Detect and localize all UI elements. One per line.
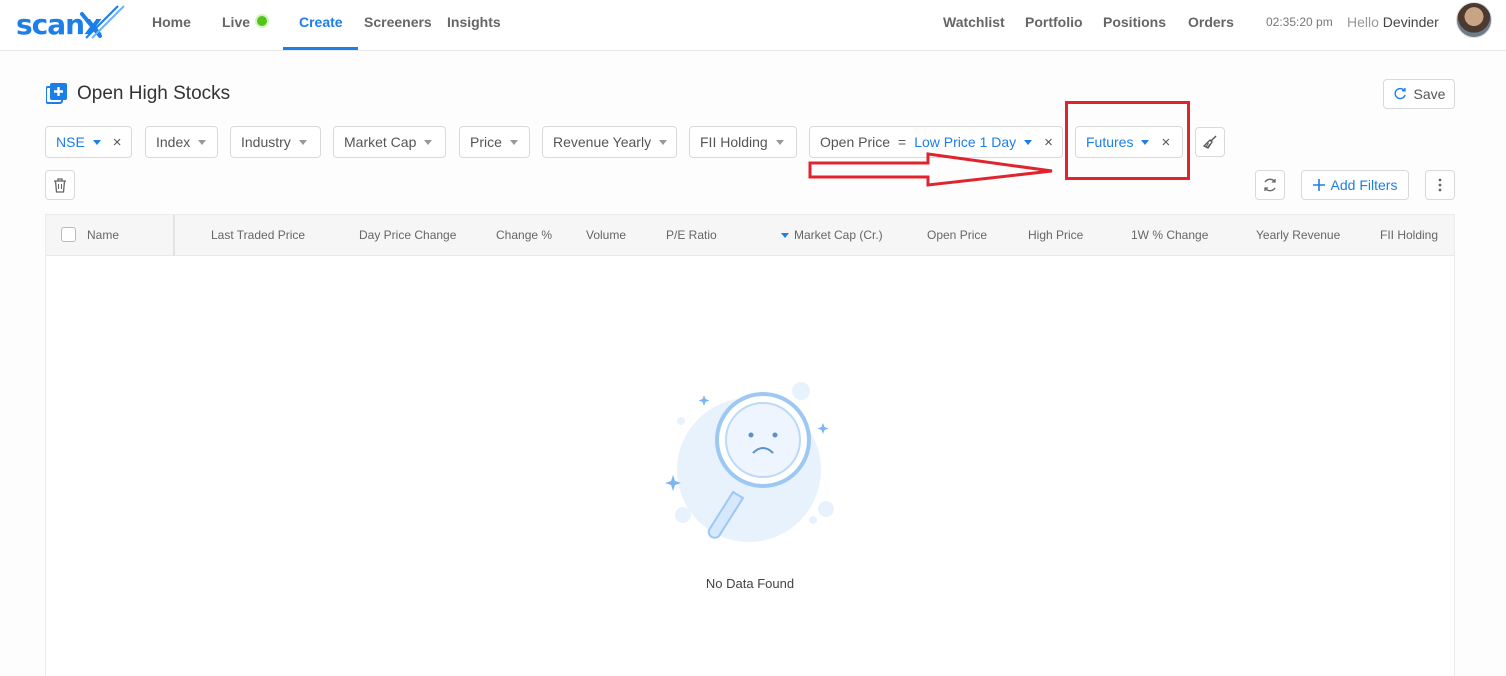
active-tab-indicator [283, 47, 358, 50]
chevron-down-icon [775, 139, 784, 145]
nav-live[interactable]: Live [222, 14, 250, 30]
chevron-down-icon [298, 139, 307, 145]
nav-home[interactable]: Home [152, 14, 191, 30]
nav-portfolio[interactable]: Portfolio [1025, 14, 1083, 30]
filter-open-price-value: Low Price 1 Day [914, 134, 1017, 150]
add-filters-button[interactable]: Add Filters [1301, 170, 1409, 200]
filter-open-price-label: Open Price [820, 134, 891, 150]
reload-button[interactable] [1255, 170, 1285, 200]
live-status-dot [257, 16, 267, 26]
greeting: Hello Devinder [1347, 14, 1439, 30]
market-cap-header-label: Market Cap (Cr.) [794, 228, 883, 242]
column-header-pe-ratio[interactable]: P/E Ratio [666, 228, 717, 242]
filter-price[interactable]: Price [459, 126, 530, 158]
select-all-checkbox[interactable] [61, 227, 76, 242]
user-name: Devinder [1382, 14, 1439, 30]
column-header-1w-change[interactable]: 1W % Change [1131, 228, 1208, 242]
chevron-down-icon [92, 139, 101, 145]
chevron-down-icon [1024, 139, 1033, 145]
filter-price-label: Price [470, 134, 502, 150]
top-navbar: scanx Home Live Create Screeners Insight… [0, 0, 1506, 51]
nav-insights[interactable]: Insights [447, 14, 501, 30]
user-avatar[interactable] [1456, 2, 1492, 38]
filter-exchange-label: NSE [56, 134, 85, 150]
column-divider [173, 215, 175, 256]
filter-industry[interactable]: Industry [230, 126, 321, 158]
close-icon[interactable]: × [1044, 134, 1053, 151]
table-header: Name Last Traded Price Day Price Change … [46, 215, 1454, 256]
trash-icon [54, 177, 66, 193]
kebab-menu-icon [1438, 178, 1442, 192]
add-screener-icon [46, 83, 67, 104]
equals-operator: = [898, 134, 907, 150]
column-header-name[interactable]: Name [87, 228, 119, 242]
more-options-button[interactable] [1425, 170, 1455, 200]
no-data-magnifier-illustration [665, 382, 834, 542]
chevron-down-icon [198, 139, 207, 145]
chevron-down-icon [509, 139, 518, 145]
annotation-arrow [808, 152, 1053, 187]
filter-exchange[interactable]: NSE × [45, 126, 132, 158]
filter-revenue-yearly[interactable]: Revenue Yearly [542, 126, 677, 158]
no-data-message: No Data Found [705, 576, 795, 591]
page-title: Open High Stocks [77, 83, 231, 104]
filter-market-cap[interactable]: Market Cap [333, 126, 446, 158]
column-header-fii-holding[interactable]: FII Holding [1380, 228, 1438, 242]
plus-icon [1312, 179, 1325, 191]
delete-button[interactable] [45, 170, 75, 200]
broom-icon [1202, 135, 1217, 149]
sort-desc-icon [781, 233, 789, 238]
column-header-ltp[interactable]: Last Traded Price [211, 228, 305, 242]
column-header-high-price[interactable]: High Price [1028, 228, 1083, 242]
filter-index[interactable]: Index [145, 126, 218, 158]
save-label: Save [1413, 86, 1446, 102]
column-header-market-cap[interactable]: Market Cap (Cr.) [781, 228, 883, 242]
nav-orders[interactable]: Orders [1188, 14, 1234, 30]
filter-fii-holding[interactable]: FII Holding [689, 126, 797, 158]
nav-screeners[interactable]: Screeners [364, 14, 432, 30]
filter-market-cap-label: Market Cap [344, 134, 417, 150]
column-header-day-change[interactable]: Day Price Change [359, 228, 456, 242]
clear-filters-button[interactable] [1195, 127, 1225, 157]
add-filters-label: Add Filters [1330, 177, 1398, 193]
refresh-save-icon [1394, 87, 1406, 100]
chevron-down-icon [424, 139, 433, 145]
column-header-volume[interactable]: Volume [586, 228, 626, 242]
annotation-highlight-box [1065, 101, 1190, 180]
market-clock: 02:35:20 pm [1266, 15, 1333, 29]
filter-revenue-yearly-label: Revenue Yearly [553, 134, 652, 150]
column-header-change-pct[interactable]: Change % [496, 228, 552, 242]
filter-fii-holding-label: FII Holding [700, 134, 768, 150]
column-header-yearly-revenue[interactable]: Yearly Revenue [1256, 228, 1340, 242]
save-button[interactable]: Save [1383, 79, 1455, 109]
nav-watchlist[interactable]: Watchlist [943, 14, 1005, 30]
greeting-label: Hello [1347, 14, 1379, 30]
results-table: Name Last Traded Price Day Price Change … [45, 214, 1455, 676]
nav-create[interactable]: Create [299, 14, 343, 30]
close-icon[interactable]: × [113, 134, 122, 151]
chevron-down-icon [659, 139, 668, 145]
nav-positions[interactable]: Positions [1103, 14, 1166, 30]
reload-icon [1264, 178, 1276, 192]
column-header-open-price[interactable]: Open Price [927, 228, 987, 242]
filter-index-label: Index [156, 134, 191, 150]
logo-x-mark [80, 5, 125, 39]
filter-industry-label: Industry [241, 134, 291, 150]
